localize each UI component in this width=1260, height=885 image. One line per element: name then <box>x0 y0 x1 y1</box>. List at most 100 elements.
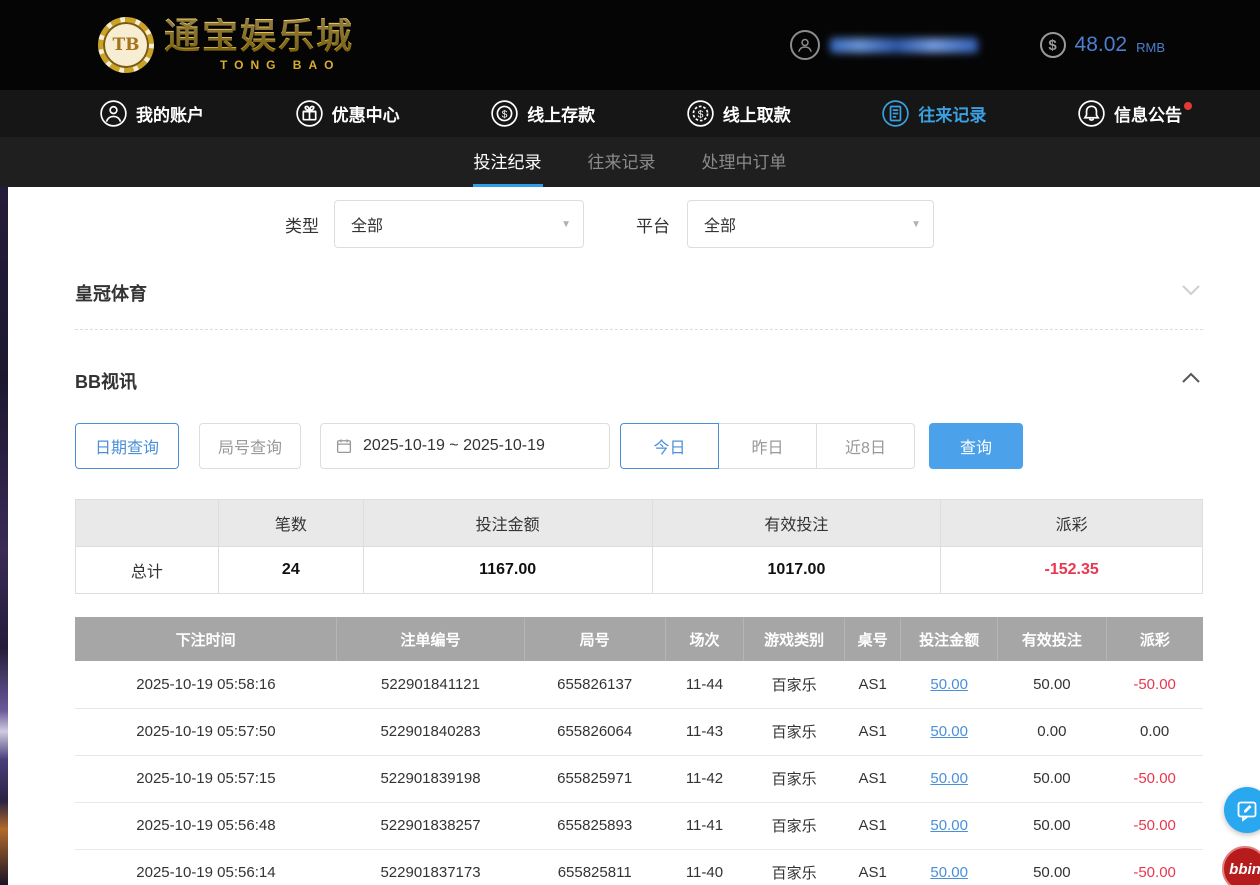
round-query-button[interactable]: 局号查询 <box>199 423 301 469</box>
username-redacted <box>830 38 978 53</box>
expand-chevron-down-icon[interactable] <box>1179 278 1203 307</box>
chevron-down-icon: ▼ <box>561 219 571 230</box>
table-cell: 655825811 <box>524 849 665 885</box>
column-header: 投注金额 <box>901 617 998 661</box>
table-cell: 11-41 <box>665 802 744 849</box>
summary-header-row: 笔数 投注金额 有效投注 派彩 <box>76 500 1203 547</box>
background-strip <box>0 187 8 885</box>
table-cell: 655825971 <box>524 755 665 802</box>
date-query-button[interactable]: 日期查询 <box>75 423 179 469</box>
summary-header-empty <box>76 500 219 547</box>
logo-title: 通宝娱乐城 <box>164 18 354 54</box>
table-row: 2025-10-19 05:56:14522901837173655825811… <box>75 849 1203 885</box>
logo-text: 通宝娱乐城 TONG BAO <box>164 18 354 72</box>
summary-count: 24 <box>218 547 363 594</box>
site-logo[interactable]: TB 通宝娱乐城 TONG BAO <box>98 17 354 73</box>
table-cell: 2025-10-19 05:57:50 <box>75 708 337 755</box>
search-button[interactable]: 查询 <box>929 423 1023 469</box>
last8days-button[interactable]: 近8日 <box>816 423 915 469</box>
gift-icon <box>296 100 323 127</box>
table-cell: AS1 <box>844 802 900 849</box>
table-row: 2025-10-19 05:57:50522901840283655826064… <box>75 708 1203 755</box>
summary-total-label: 总计 <box>76 547 219 594</box>
table-cell: 百家乐 <box>744 849 845 885</box>
deposit-coin-icon: $ <box>491 100 518 127</box>
table-cell: 655826137 <box>524 661 665 708</box>
bet-amount-link[interactable]: 50.00 <box>901 661 998 708</box>
tab-transaction-records[interactable]: 往来记录 <box>587 137 657 187</box>
table-cell: 2025-10-19 05:56:14 <box>75 849 337 885</box>
avatar-icon <box>790 30 820 60</box>
date-range-picker[interactable]: 2025-10-19 ~ 2025-10-19 <box>320 423 610 469</box>
column-header: 游戏类别 <box>744 617 845 661</box>
quick-date-group: 今日 昨日 近8日 <box>620 423 915 469</box>
table-cell: 50.00 <box>997 849 1106 885</box>
user-icon <box>100 100 127 127</box>
summary-valid-bet: 1017.00 <box>652 547 941 594</box>
table-cell: 11-43 <box>665 708 744 755</box>
nav-item-announcements[interactable]: 信息公告 <box>1078 100 1182 127</box>
table-cell: 11-44 <box>665 661 744 708</box>
type-filter-dropdown[interactable]: 全部 ▼ <box>334 200 584 248</box>
bet-amount-link[interactable]: 50.00 <box>901 802 998 849</box>
column-header: 有效投注 <box>997 617 1106 661</box>
bet-amount-link[interactable]: 50.00 <box>901 849 998 885</box>
table-cell: 50.00 <box>997 755 1106 802</box>
svg-text:$: $ <box>697 109 703 120</box>
table-row: 2025-10-19 05:57:15522901839198655825971… <box>75 755 1203 802</box>
nav-item-my-account[interactable]: 我的账户 <box>100 100 204 127</box>
table-cell: 百家乐 <box>744 708 845 755</box>
table-cell: 50.00 <box>997 802 1106 849</box>
balance[interactable]: $ 48.02 RMB <box>1040 32 1165 58</box>
table-cell: 50.00 <box>997 661 1106 708</box>
dollar-coin-icon: $ <box>1040 32 1066 58</box>
bet-amount-link[interactable]: 50.00 <box>901 708 998 755</box>
section-crown-sports: 皇冠体育 <box>75 248 1203 330</box>
nav-item-deposit[interactable]: $ 线上存款 <box>491 100 595 127</box>
table-cell: 0.00 <box>997 708 1106 755</box>
yesterday-button[interactable]: 昨日 <box>718 423 817 469</box>
platform-filter-dropdown[interactable]: 全部 ▼ <box>687 200 934 248</box>
summary-header-payout: 派彩 <box>941 500 1203 547</box>
column-header: 注单编号 <box>337 617 524 661</box>
platform-filter-value: 全部 <box>704 212 736 236</box>
table-row: 2025-10-19 05:56:48522901838257655825893… <box>75 802 1203 849</box>
table-cell: 522901841121 <box>337 661 524 708</box>
calendar-icon <box>335 437 353 455</box>
today-button[interactable]: 今日 <box>620 423 719 469</box>
table-cell: 百家乐 <box>744 802 845 849</box>
user-account[interactable] <box>790 30 978 60</box>
balance-amount: 48.02 <box>1075 33 1128 57</box>
withdraw-coin-icon: $ <box>687 100 714 127</box>
table-cell: 11-42 <box>665 755 744 802</box>
chip-label: TB <box>112 35 139 55</box>
table-cell: 522901838257 <box>337 802 524 849</box>
bbin-logo-button[interactable]: bbin <box>1222 846 1260 885</box>
table-cell: AS1 <box>844 849 900 885</box>
nav-label: 往来记录 <box>918 101 986 126</box>
collapse-chevron-up-icon[interactable] <box>1179 366 1203 395</box>
bet-amount-link[interactable]: 50.00 <box>901 755 998 802</box>
table-cell: 522901839198 <box>337 755 524 802</box>
tab-betting-records[interactable]: 投注纪录 <box>473 137 543 187</box>
table-row: 2025-10-19 05:58:16522901841121655826137… <box>75 661 1203 708</box>
column-header: 场次 <box>665 617 744 661</box>
table-cell: 百家乐 <box>744 661 845 708</box>
summary-total-row: 总计 24 1167.00 1017.00 -152.35 <box>76 547 1203 594</box>
column-header: 派彩 <box>1106 617 1203 661</box>
filter-row: 类型 全部 ▼ 平台 全部 ▼ <box>75 200 1203 248</box>
svg-text:$: $ <box>502 109 508 120</box>
table-cell: AS1 <box>844 755 900 802</box>
table-cell: 2025-10-19 05:56:48 <box>75 802 337 849</box>
nav-item-records[interactable]: 往来记录 <box>882 100 986 127</box>
nav-item-promotions[interactable]: 优惠中心 <box>296 100 400 127</box>
table-cell: AS1 <box>844 708 900 755</box>
table-cell: 2025-10-19 05:58:16 <box>75 661 337 708</box>
type-filter-value: 全部 <box>351 212 383 236</box>
tab-processing-orders[interactable]: 处理中订单 <box>701 137 788 187</box>
table-cell: -50.00 <box>1106 849 1203 885</box>
column-header: 局号 <box>524 617 665 661</box>
platform-filter-label: 平台 <box>636 212 670 237</box>
bell-icon <box>1078 100 1105 127</box>
nav-item-withdraw[interactable]: $ 线上取款 <box>687 100 791 127</box>
